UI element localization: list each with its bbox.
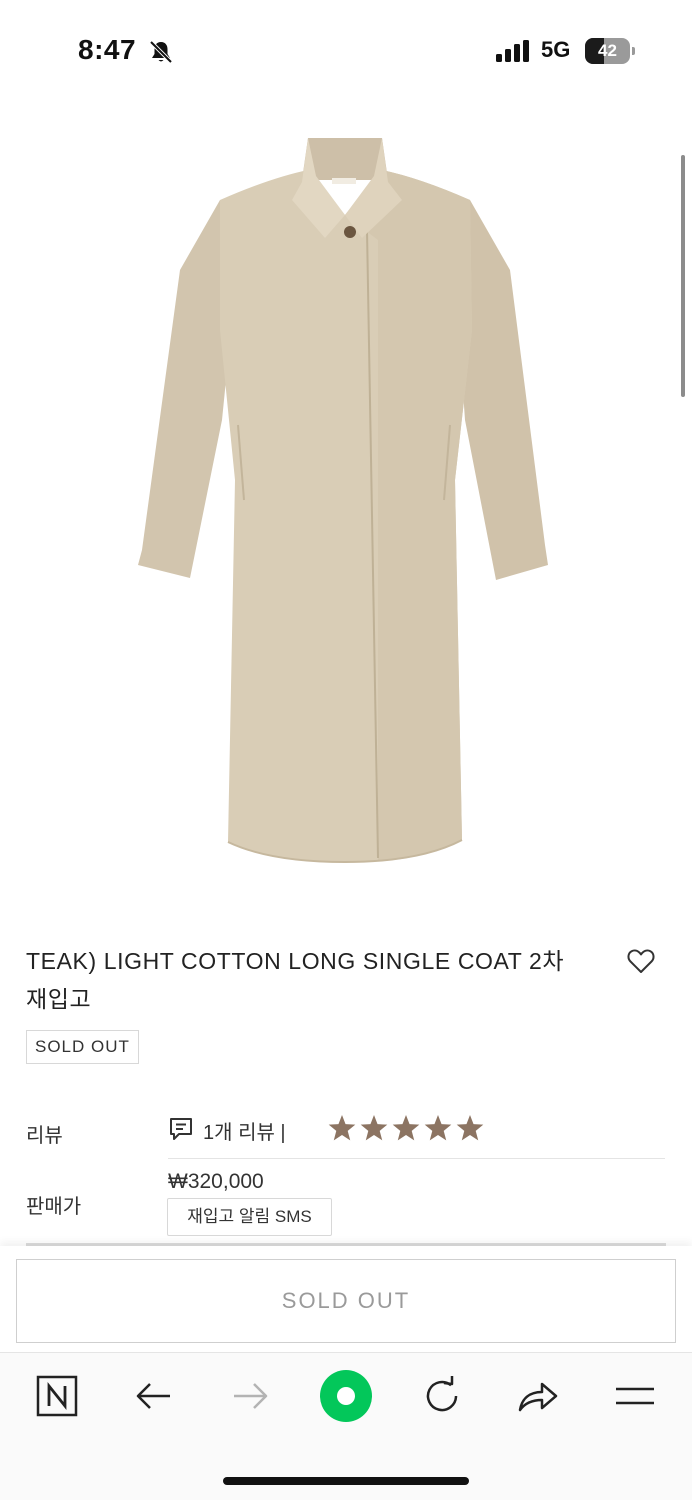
- rating-stars: [328, 1115, 484, 1141]
- review-comment-icon[interactable]: [168, 1116, 194, 1142]
- network-type: 5G: [541, 37, 571, 62]
- scroll-indicator[interactable]: [681, 155, 685, 397]
- price-value: ₩320,000: [168, 1170, 264, 1193]
- menu-icon[interactable]: [610, 1372, 658, 1420]
- star-icon: [424, 1115, 452, 1141]
- status-bar: 8:47 5G 42: [0, 0, 692, 100]
- sold-out-badge: SOLD OUT: [26, 1030, 139, 1064]
- restock-sms-button[interactable]: 재입고 알림 SMS: [167, 1198, 332, 1236]
- home-indicator[interactable]: [223, 1477, 469, 1485]
- reload-icon[interactable]: [418, 1372, 466, 1420]
- review-count[interactable]: 1개 리뷰 |: [203, 1116, 286, 1145]
- star-icon: [392, 1115, 420, 1141]
- row-divider: [168, 1158, 665, 1159]
- battery-level: 42: [598, 41, 617, 60]
- product-image[interactable]: [120, 120, 570, 880]
- product-title: TEAK) LIGHT COTTON LONG SINGLE COAT 2차 재…: [26, 948, 565, 1012]
- share-icon[interactable]: [514, 1372, 562, 1420]
- silent-bell-icon: [149, 40, 173, 64]
- back-arrow-icon[interactable]: [130, 1372, 178, 1420]
- sold-out-button[interactable]: SOLD OUT: [16, 1259, 676, 1343]
- battery-icon: 42: [585, 38, 635, 64]
- naver-home-icon[interactable]: [33, 1372, 81, 1420]
- review-label: 리뷰: [26, 1125, 63, 1147]
- green-dot-icon[interactable]: [318, 1368, 374, 1424]
- status-time: 8:47: [78, 34, 137, 65]
- star-icon: [360, 1115, 388, 1141]
- heart-outline-icon[interactable]: [626, 946, 656, 976]
- forward-arrow-icon[interactable]: [226, 1372, 274, 1420]
- star-icon: [328, 1115, 356, 1141]
- cellular-signal-icon: [496, 40, 529, 62]
- price-label: 판매가: [26, 1196, 82, 1218]
- star-icon: [456, 1115, 484, 1141]
